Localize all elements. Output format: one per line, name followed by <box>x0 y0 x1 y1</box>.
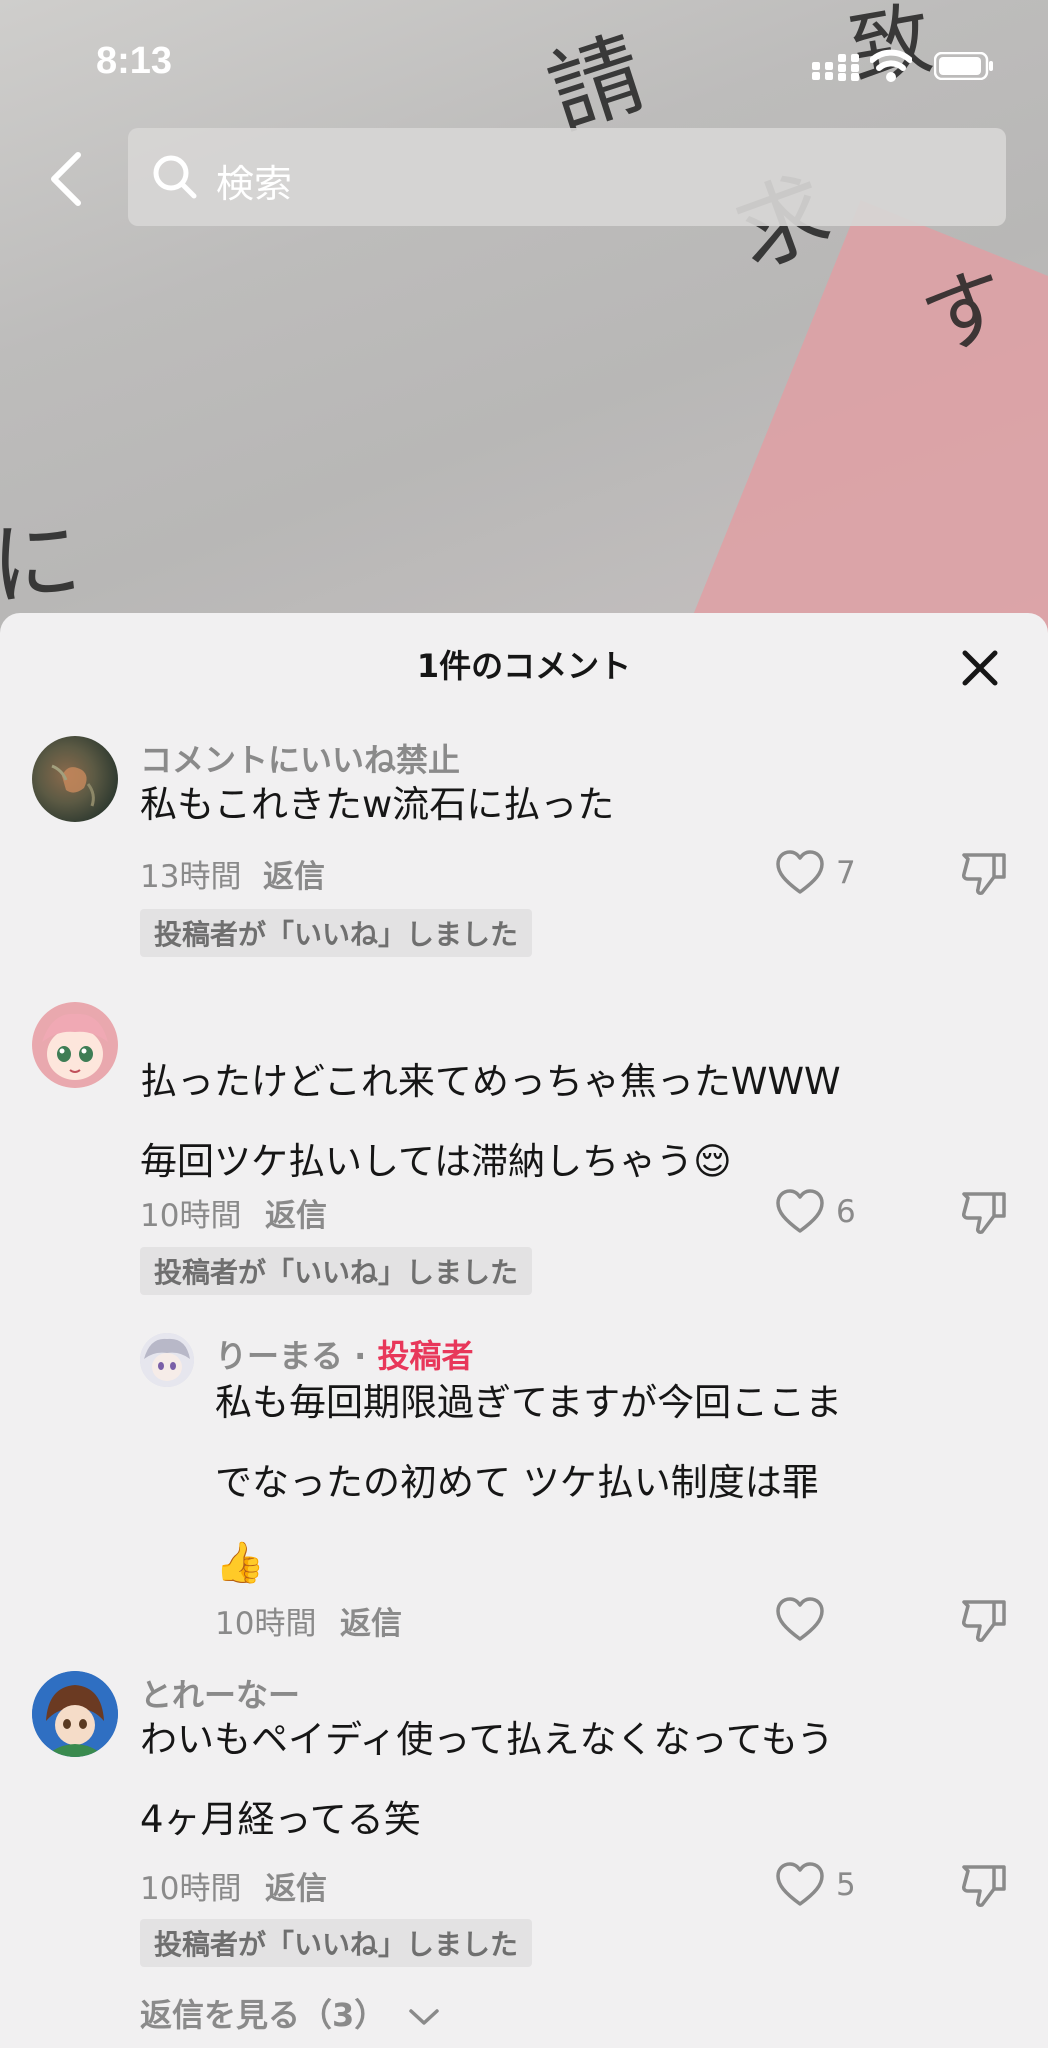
thumbs-down-icon[interactable] <box>960 849 1008 897</box>
wifi-icon <box>870 49 912 82</box>
status-bar: 8:13 <box>0 0 1048 120</box>
thumbs-down-icon[interactable] <box>960 1596 1008 1644</box>
chevron-down-icon <box>409 2009 440 2025</box>
search-placeholder: 検索 <box>216 162 293 206</box>
background-glyph: に <box>0 507 86 620</box>
thumbs-down-icon[interactable] <box>960 1861 1008 1909</box>
status-time: 8:13 <box>96 40 173 82</box>
search-input[interactable]: 検索 <box>128 128 1006 226</box>
author-liked-badge: 投稿者が「いいね」しました <box>140 1919 533 1967</box>
avatar[interactable] <box>32 1671 118 1757</box>
reply-timestamp: 10時間 <box>215 1606 317 1642</box>
comment-text: 払ったけどこれ来てめっちゃ焦ったWWW <box>140 1060 841 1103</box>
reply-button[interactable]: 返信 <box>340 1598 402 1643</box>
heart-icon[interactable] <box>775 1188 825 1236</box>
like-count: 6 <box>836 1194 856 1230</box>
like-count: 7 <box>836 855 856 891</box>
view-replies-label: 返信を見る（3） <box>140 1996 387 2034</box>
avatar[interactable] <box>140 1333 194 1387</box>
battery-icon <box>934 52 993 80</box>
like-count: 5 <box>836 1867 856 1903</box>
heart-icon[interactable] <box>775 849 825 897</box>
heart-icon[interactable] <box>775 1861 825 1909</box>
avatar[interactable] <box>32 1002 118 1088</box>
cellular-signal-icon <box>812 54 859 81</box>
thumbs-down-icon[interactable] <box>960 1188 1008 1236</box>
comment-sheet: 1件のコメント コメントにいいね禁止 私もこれきたw流石に払った 13時間 返信… <box>0 613 1048 2048</box>
thumbs-up-emoji: 👍 <box>215 1540 265 1586</box>
heart-icon[interactable] <box>775 1596 825 1644</box>
avatar-image <box>32 1671 118 1757</box>
reply-button[interactable]: 返信 <box>265 1190 327 1235</box>
comment-timestamp: 13時間 <box>140 859 242 895</box>
comment-text: 私もこれきたw流石に払った <box>140 783 615 826</box>
sheet-title: 1件のコメント <box>416 647 632 685</box>
reply-button[interactable]: 返信 <box>263 851 325 896</box>
close-icon[interactable] <box>955 643 1005 693</box>
author-liked-badge: 投稿者が「いいね」しました <box>140 909 533 957</box>
author-liked-badge: 投稿者が「いいね」しました <box>140 1247 533 1295</box>
reply-button[interactable]: 返信 <box>265 1863 327 1908</box>
comment-timestamp: 10時間 <box>140 1198 242 1234</box>
avatar-image <box>32 1002 118 1088</box>
comment-timestamp: 10時間 <box>140 1871 242 1907</box>
reply-text: でなったの初めて ツケ払い制度は罪 <box>215 1461 819 1504</box>
avatar-image <box>51 764 95 807</box>
reply-text: 私も毎回期限過ぎてますが今回ここま <box>215 1381 843 1424</box>
avatar-image <box>140 1333 194 1387</box>
comment-text: 4ヶ月経ってる笑 <box>140 1798 421 1841</box>
back-button[interactable] <box>36 144 96 214</box>
view-replies-button[interactable]: 返信を見る（3） <box>140 1990 441 2036</box>
avatar[interactable] <box>32 736 118 822</box>
search-icon <box>153 155 197 199</box>
comment-text: わいもペイディ使って払えなくなってもう <box>140 1718 834 1761</box>
chevron-left-icon <box>51 152 81 206</box>
